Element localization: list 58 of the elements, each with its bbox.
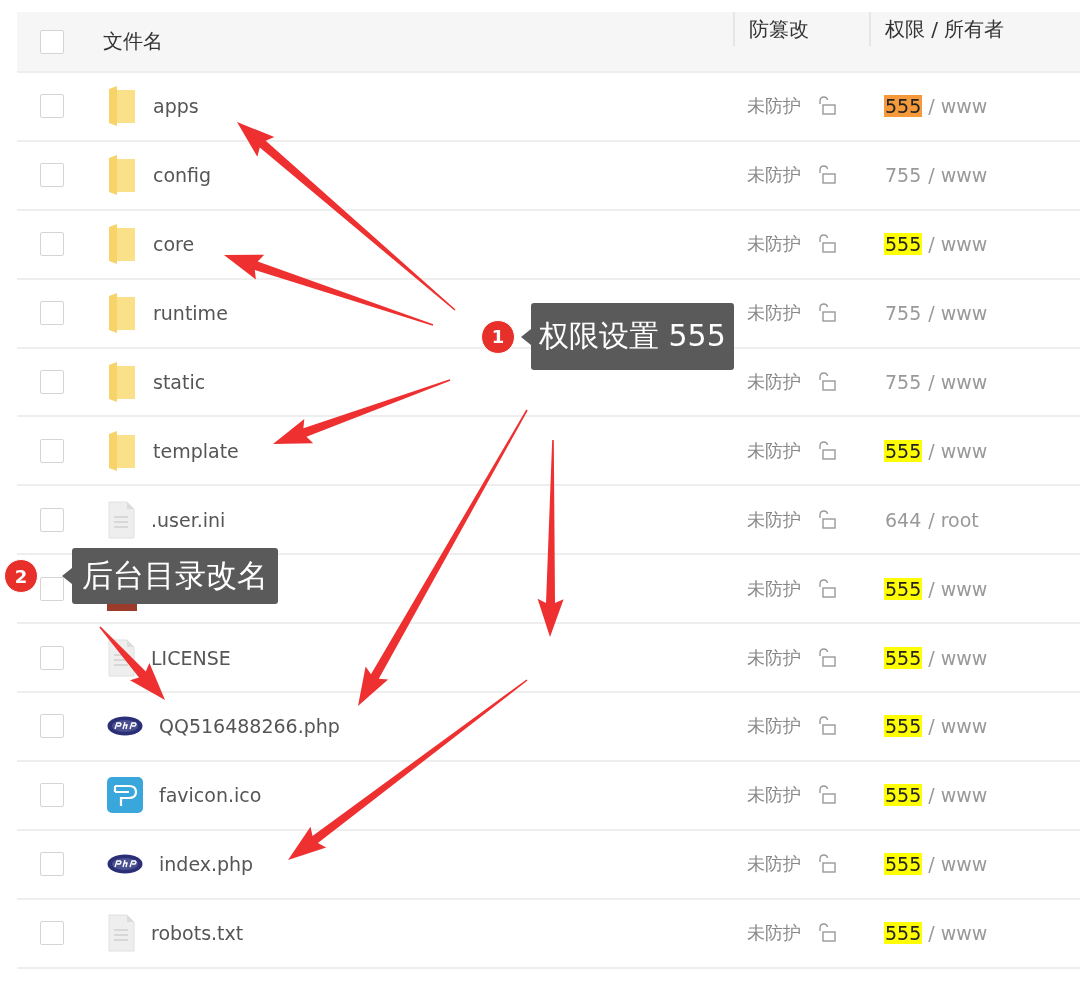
step-badge: 1 [481, 319, 515, 354]
owner-name: / www [928, 439, 988, 462]
protection-status: 未防护 [747, 645, 801, 670]
column-header[interactable]: 防篡改 [749, 15, 809, 43]
callout-tooltip: 后台目录改名 [72, 548, 278, 604]
protection-status: 未防护 [747, 783, 801, 808]
owner-name: / www [928, 853, 988, 876]
permission-value: 555 [884, 646, 923, 669]
protection-status: 未防护 [747, 714, 801, 739]
step-badge: 2 [4, 559, 38, 593]
protection-status: 未防护 [747, 370, 801, 394]
protection-status: 未防护 [747, 438, 801, 463]
permission-value: 555 [884, 95, 923, 118]
owner-name: / www [928, 577, 988, 600]
file-name[interactable]: static [153, 371, 206, 393]
protection-status: 未防护 [747, 852, 801, 877]
file-name[interactable]: index.php [159, 853, 254, 876]
protection-status: 未防护 [747, 576, 801, 601]
permission-value: 555 [884, 577, 923, 600]
file-name[interactable]: QQ516488266.php [159, 715, 340, 738]
owner-name: / www [928, 646, 988, 669]
file-name[interactable]: core [153, 233, 195, 256]
permission-value: 755 [884, 164, 923, 187]
permission-value: 555 [884, 715, 923, 738]
owner-name: / www [928, 95, 988, 118]
column-header[interactable]: 文件名 [103, 28, 163, 55]
permission-value: 555 [884, 233, 923, 256]
permission-value: 755 [884, 302, 923, 325]
permission-value: 644 [884, 508, 923, 531]
callout-tooltip: 权限设置 555 [531, 303, 734, 370]
owner-name: / www [928, 302, 988, 325]
file-name[interactable]: LICENSE [151, 646, 231, 669]
file-name[interactable]: apps [153, 95, 199, 118]
column-header[interactable]: 权限 / 所有者 [885, 15, 1005, 43]
owner-name: / www [928, 371, 988, 393]
file-name[interactable]: robots.txt [151, 922, 244, 945]
owner-name: / www [928, 922, 988, 945]
owner-name: / www [928, 784, 988, 807]
permission-value: 555 [884, 784, 923, 807]
protection-status: 未防护 [747, 94, 801, 119]
permission-value: 555 [884, 853, 923, 876]
file-name[interactable]: runtime [153, 302, 228, 325]
owner-name: / www [928, 715, 988, 738]
protection-status: 未防护 [747, 301, 801, 326]
owner-name: / www [928, 233, 988, 256]
file-name[interactable]: favicon.ico [159, 784, 262, 807]
file-name[interactable]: template [153, 439, 239, 462]
protection-status: 未防护 [747, 921, 801, 946]
protection-status: 未防护 [747, 507, 801, 532]
permission-value: 755 [884, 371, 923, 393]
owner-name: / www [928, 164, 988, 187]
owner-name: / root [928, 508, 979, 531]
protection-status: 未防护 [747, 163, 801, 188]
protection-status: 未防护 [747, 232, 801, 257]
file-name[interactable]: .user.ini [151, 508, 226, 531]
permission-value: 555 [884, 439, 923, 462]
file-name[interactable]: config [153, 164, 212, 187]
permission-value: 555 [884, 922, 923, 945]
